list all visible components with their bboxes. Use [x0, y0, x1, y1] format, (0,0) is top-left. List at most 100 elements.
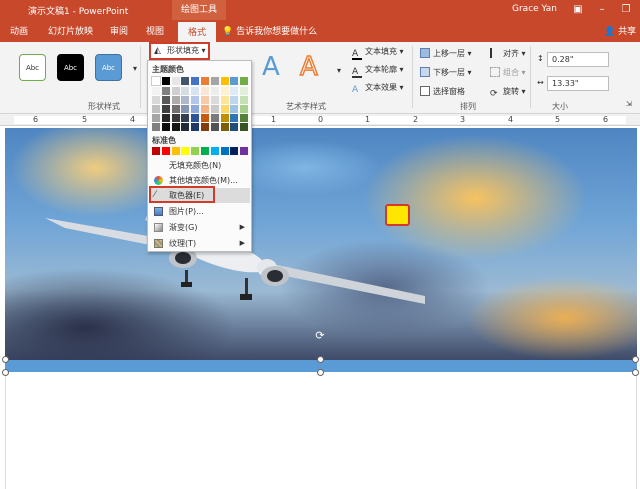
text-effects-button[interactable]: A 文本效果 ▾ [352, 82, 404, 96]
theme-color-swatch[interactable] [152, 105, 160, 113]
theme-color-swatch[interactable] [181, 87, 190, 95]
theme-color-swatch[interactable] [191, 96, 200, 104]
selection-handle[interactable] [632, 369, 639, 376]
rotate-button[interactable]: ⟳ 旋转 ▾ [490, 86, 526, 100]
text-fill-button[interactable]: A 文本填充 ▾ [352, 46, 404, 60]
theme-color-swatch[interactable] [240, 87, 249, 95]
yellow-rectangle-shape[interactable] [385, 204, 410, 226]
standard-color-swatch[interactable] [161, 147, 170, 155]
theme-color-swatch[interactable] [220, 96, 229, 104]
theme-color-swatch[interactable] [152, 87, 160, 95]
selection-handle[interactable] [632, 356, 639, 363]
theme-color-swatch[interactable] [230, 114, 239, 122]
shape-style-swatch-1[interactable]: Abc [19, 54, 46, 81]
gradient-fill-option[interactable]: 渐变(G) ▶ [149, 220, 250, 235]
restore-icon[interactable]: ❐ [618, 2, 634, 18]
wordart-gallery-more-icon[interactable]: ▾ [337, 66, 341, 75]
theme-color-swatch[interactable] [210, 105, 219, 113]
theme-color-swatch[interactable] [201, 123, 209, 131]
theme-color-swatch[interactable] [201, 114, 209, 122]
selection-handle[interactable] [2, 356, 9, 363]
selection-handle[interactable] [2, 369, 9, 376]
theme-color-swatch[interactable] [191, 77, 200, 85]
theme-color-swatch[interactable] [220, 123, 229, 131]
theme-color-swatch[interactable] [230, 105, 239, 113]
wordart-style-blue-icon[interactable]: A [262, 52, 280, 82]
no-fill-option[interactable]: 无填充颜色(N) [149, 158, 250, 173]
standard-color-swatch[interactable] [210, 147, 219, 155]
tab-view[interactable]: 视图 [146, 24, 164, 37]
theme-color-swatch[interactable] [151, 76, 161, 86]
theme-color-swatch[interactable] [161, 105, 170, 113]
texture-fill-option[interactable]: 纹理(T) ▶ [149, 236, 250, 251]
theme-color-swatch[interactable] [220, 114, 229, 122]
share-button[interactable]: 👤 共享 [604, 24, 636, 37]
theme-color-swatch[interactable] [191, 105, 200, 113]
theme-color-swatch[interactable] [171, 96, 180, 104]
theme-color-swatch[interactable] [152, 123, 160, 131]
theme-color-swatch[interactable] [210, 123, 219, 131]
theme-color-swatch[interactable] [240, 77, 249, 85]
theme-color-swatch[interactable] [201, 96, 209, 104]
picture-fill-option[interactable]: 图片(P)... [149, 204, 250, 219]
theme-color-swatch[interactable] [220, 77, 229, 85]
theme-color-swatch[interactable] [201, 105, 209, 113]
theme-color-swatch[interactable] [230, 77, 239, 85]
theme-color-swatch[interactable] [161, 87, 170, 95]
theme-color-swatch[interactable] [161, 96, 170, 104]
theme-color-swatch[interactable] [230, 123, 239, 131]
standard-color-swatch[interactable] [201, 147, 209, 155]
theme-color-swatch[interactable] [171, 123, 180, 131]
theme-color-swatch[interactable] [191, 87, 200, 95]
ribbon-display-options-icon[interactable]: ▣ [570, 2, 586, 18]
slide-background-photo[interactable] [5, 128, 637, 360]
size-dialog-launcher-icon[interactable]: ⇲ [626, 100, 632, 108]
theme-color-swatch[interactable] [230, 96, 239, 104]
theme-color-swatch[interactable] [171, 87, 180, 95]
theme-color-swatch[interactable] [191, 114, 200, 122]
bring-forward-button[interactable]: 上移一层 ▾ [420, 48, 472, 59]
theme-color-swatch[interactable] [210, 96, 219, 104]
standard-color-swatch[interactable] [220, 147, 229, 155]
theme-color-swatch[interactable] [201, 77, 209, 85]
minimize-icon[interactable]: – [594, 2, 610, 18]
standard-color-swatch[interactable] [171, 147, 180, 155]
tab-slideshow[interactable]: 幻灯片放映 [48, 24, 93, 37]
theme-color-swatch[interactable] [152, 114, 160, 122]
selection-pane-button[interactable]: 选择窗格 [420, 86, 465, 97]
shape-width-input[interactable]: 13.33" [547, 76, 609, 91]
shape-fill-button[interactable]: ◭ 形状填充 ▾ [149, 42, 210, 60]
text-outline-button[interactable]: A 文本轮廓 ▾ [352, 64, 404, 78]
standard-color-swatch[interactable] [230, 147, 239, 155]
selection-handle[interactable] [317, 369, 324, 376]
tab-review[interactable]: 审阅 [110, 24, 128, 37]
rotate-handle-icon[interactable]: ⟳ [314, 330, 326, 342]
tab-animations[interactable]: 动画 [10, 24, 28, 37]
theme-color-swatch[interactable] [171, 114, 180, 122]
theme-color-swatch[interactable] [220, 105, 229, 113]
theme-color-swatch[interactable] [201, 87, 209, 95]
theme-color-swatch[interactable] [181, 123, 190, 131]
selection-handle[interactable] [317, 356, 324, 363]
theme-color-swatch[interactable] [171, 105, 180, 113]
align-button[interactable]: 对齐 ▾ [490, 48, 526, 59]
theme-color-swatch[interactable] [161, 123, 170, 131]
theme-color-swatch[interactable] [171, 77, 180, 85]
standard-color-swatch[interactable] [181, 147, 190, 155]
shape-style-swatch-3[interactable]: Abc [95, 54, 122, 81]
theme-color-swatch[interactable] [181, 105, 190, 113]
standard-color-swatch[interactable] [191, 147, 200, 155]
theme-color-swatch[interactable] [240, 105, 249, 113]
theme-color-swatch[interactable] [181, 114, 190, 122]
theme-color-swatch[interactable] [240, 123, 249, 131]
theme-color-swatch[interactable] [161, 114, 170, 122]
shape-style-swatch-2[interactable]: Abc [57, 54, 84, 81]
standard-color-swatch[interactable] [240, 147, 249, 155]
theme-color-swatch[interactable] [240, 114, 249, 122]
theme-color-swatch[interactable] [181, 96, 190, 104]
style-gallery-more-icon[interactable]: ▾ [133, 64, 137, 73]
shape-height-input[interactable]: 0.28" [547, 52, 609, 67]
group-button[interactable]: 组合 ▾ [490, 67, 526, 78]
standard-color-swatch[interactable] [152, 147, 160, 155]
theme-color-swatch[interactable] [210, 87, 219, 95]
